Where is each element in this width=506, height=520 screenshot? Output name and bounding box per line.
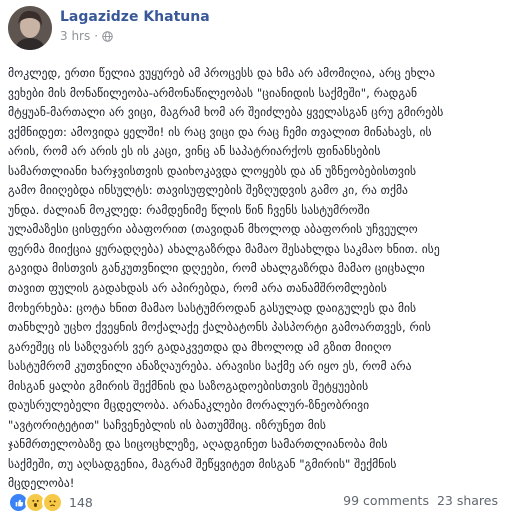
engagement-stats: 99 comments 23 shares — [343, 493, 498, 508]
post-text-line: ჯანმრთელობაზე და სიცოცხლეზე, აღადგინეთ ს… — [8, 437, 388, 452]
post-text-line: "ავტორიტეტით" საჩვენებლის ის ბათუმშიც. ი… — [8, 417, 326, 432]
post-meta: 3 hrs · — [60, 29, 113, 43]
post-text-line: სამართლიანი ხარჯვისთვის დაიხოკავდა ლოყებ… — [8, 163, 417, 178]
post-text-line: ფერმა მიიქცია ყურადღება) ახალგაზრდა მამა… — [8, 241, 440, 256]
post-text: მოკლედ, ერთი წელია ვუყურებ ამ პროცესს და… — [8, 64, 500, 494]
post-text-line: არის, რომ არ არის ეს ის კაცი, ვინც ან სა… — [8, 144, 381, 159]
post-text-line: უნდა. ძალიან მოკლედ: რამდენიმე წლის წინ … — [8, 202, 370, 217]
post-text-line: მტყუან-მართალი არ ვიცი, მაგრამ ხომ არ შე… — [8, 105, 444, 120]
reactions-summary[interactable]: 148 — [8, 492, 93, 513]
post-timestamp[interactable]: 3 hrs — [60, 29, 90, 43]
facebook-post: Lagazidze Khatuna 3 hrs · მოკლედ, ერთი წ… — [0, 0, 506, 520]
post-text-line: სასტუმრომ კუთვნილი ანაზღაურება. არავისი … — [8, 359, 412, 374]
post-text-line: საქმეში, თუ აღსადგენია, მაგრამ შეწყვიტეთ… — [8, 456, 397, 471]
post-header: Lagazidze Khatuna 3 hrs · — [8, 6, 498, 50]
shares-link[interactable]: 23 shares — [437, 493, 498, 508]
post-text-line: მოხერხება: ცოტა ხნით მამაო სასტუმროდან გ… — [8, 300, 417, 315]
post-text-line: გამო მიიღებდა ინსულტს: თავისუფლების შეზღ… — [8, 183, 408, 198]
post-text-line: ვეხები მის მონაწილეობა-არმონაწილეობას "ც… — [8, 85, 418, 100]
post-text-line: გარეშეც ის საზღვარს ვერ გადაკვეთდა და მხ… — [8, 339, 392, 354]
comments-link[interactable]: 99 comments — [343, 493, 429, 508]
post-text-line: მისგან ყალბი გმირის შექმნის და საზოგადოე… — [8, 378, 369, 393]
author-avatar[interactable] — [8, 6, 52, 50]
sad-icon — [42, 492, 63, 513]
avatar-image — [8, 6, 52, 50]
post-text-line: ვქმნიდეთ: ამოვიდა ყელში! ის რაც ვიცი და … — [8, 124, 432, 139]
post-text-line: დაუსრულებელი მცდელობა. არანაკლები მორალუ… — [8, 398, 370, 413]
post-text-line: ულამაზესი ცისფერი აბაფორით (თავიდან მხოლ… — [8, 222, 418, 237]
post-footer: 148 99 comments 23 shares — [0, 488, 506, 520]
meta-separator: · — [94, 29, 99, 43]
post-text-line: გავიდა მისთვის განკუთვნილი დღეები, რომ ა… — [8, 261, 425, 276]
globe-icon[interactable] — [102, 30, 113, 42]
post-text-line: თანხლებ უცხო ქვეყნის მოქალაქე ქალბატონს … — [8, 320, 431, 335]
post-text-line: თავით ფულის გადახდას არ აპირებდა, რომ არ… — [8, 281, 387, 296]
reaction-count: 148 — [69, 495, 93, 510]
author-name[interactable]: Lagazidze Khatuna — [60, 9, 210, 25]
post-text-line: მოკლედ, ერთი წელია ვუყურებ ამ პროცესს და… — [8, 66, 436, 80]
